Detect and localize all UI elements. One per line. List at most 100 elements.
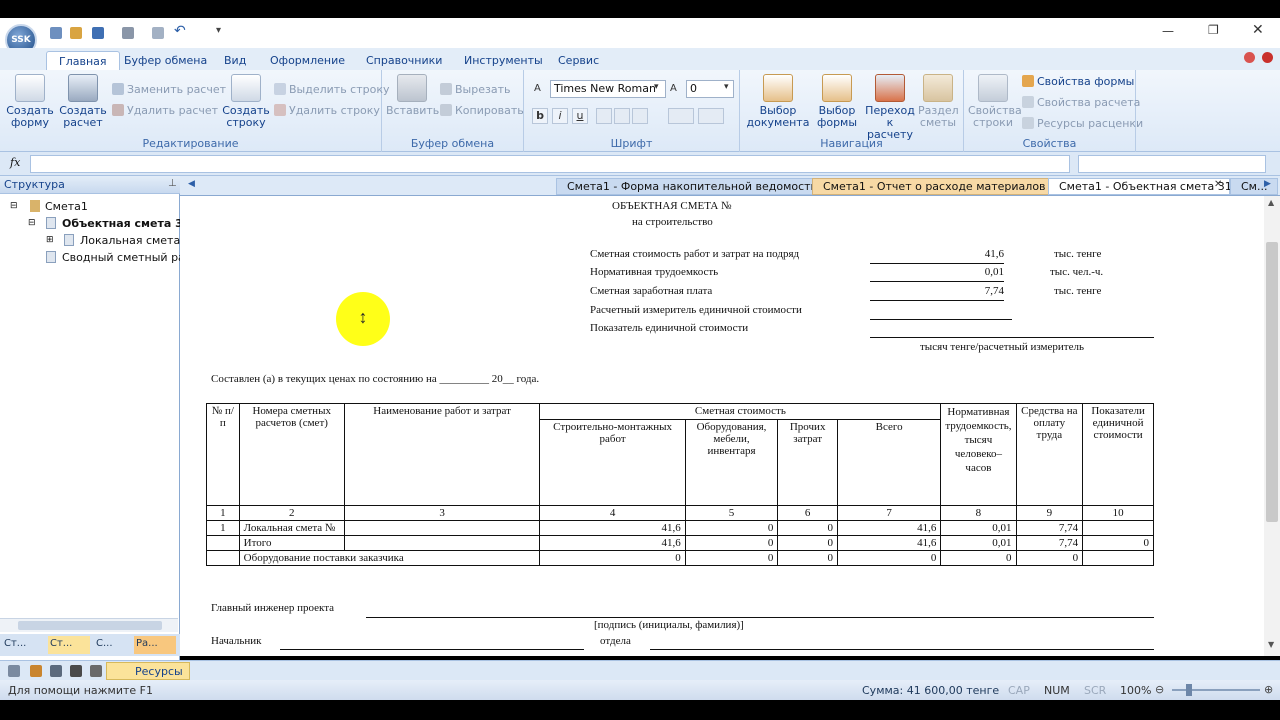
tab-formatting[interactable]: Оформление (258, 51, 357, 70)
panel-tab-2[interactable]: Ст... (48, 636, 90, 654)
sections-button[interactable]: Раздел сметы (918, 74, 959, 129)
quick-access-menu-icon[interactable]: ▾ (216, 25, 221, 36)
italic-button[interactable]: i (552, 108, 568, 124)
tree-expand-icon[interactable]: ⊟ (28, 218, 36, 228)
tree-item-root[interactable]: Смета1 (45, 200, 88, 213)
cell-name[interactable] (343, 535, 541, 551)
tree-item-local-estimate[interactable]: Локальная смета 1 (80, 234, 191, 247)
tree-item-object-estimate[interactable]: Объектная смета 31 (62, 217, 190, 230)
cell-other[interactable]: 0 (777, 550, 838, 566)
cell-wage[interactable]: 7,74 (1015, 535, 1084, 551)
copy-button[interactable]: Копировать (440, 104, 524, 117)
cut-button[interactable]: Вырезать (440, 83, 510, 96)
close-tab-icon[interactable]: ✕ (1214, 179, 1222, 190)
gear-icon[interactable] (90, 665, 102, 677)
scroll-thumb[interactable] (1266, 242, 1278, 522)
cell-norm[interactable]: 0,01 (940, 535, 1017, 551)
cell-wage[interactable]: 0 (1015, 550, 1084, 566)
cart-icon[interactable] (8, 665, 20, 677)
tabs-left-arrow-icon[interactable]: ◀ (188, 179, 195, 189)
pin-icon[interactable]: ⊥ (168, 178, 177, 189)
create-form-button[interactable]: Создать форму (6, 74, 54, 129)
worker-icon[interactable] (70, 665, 82, 677)
font-name-dropdown-icon[interactable]: ▾ (654, 82, 659, 92)
table-row[interactable]: 1 Локальная смета № 41,6 0 0 41,6 0,01 7… (206, 520, 1154, 536)
bold-button[interactable]: b (532, 108, 548, 124)
preview-icon[interactable] (152, 27, 164, 39)
print-icon[interactable] (122, 27, 134, 39)
cell-smr[interactable]: 41,6 (539, 520, 686, 536)
tab-references[interactable]: Справочники (354, 51, 454, 70)
underline-button[interactable]: u (572, 108, 588, 124)
tool-icon[interactable] (30, 665, 42, 677)
scroll-down-icon[interactable]: ▼ (1268, 640, 1274, 649)
panel-tab-1[interactable]: Ст... (2, 636, 44, 654)
align-left-icon[interactable] (596, 108, 612, 124)
form-properties-button[interactable]: Свойства формы (1022, 75, 1134, 88)
cell-norm[interactable]: 0 (940, 550, 1017, 566)
disk-icon[interactable] (92, 27, 104, 39)
cell-total[interactable]: 0 (836, 550, 942, 566)
doc-tab-accumulation[interactable]: Смета1 - Форма накопительной ведомости 2… (556, 178, 847, 195)
font-size-dropdown-icon[interactable]: ▾ (724, 82, 729, 92)
tab-tools[interactable]: Инструменты (452, 51, 555, 70)
cell-equip[interactable]: 0 (684, 520, 779, 536)
cell-other[interactable]: 0 (777, 520, 838, 536)
fill-color-icon[interactable] (698, 108, 724, 124)
select-form-button[interactable]: Выбор формы (812, 74, 862, 129)
cell-norm[interactable]: 0,01 (940, 520, 1017, 536)
doc-tab-materials[interactable]: Смета1 - Отчет о расходе материалов 29 (812, 178, 1075, 195)
tab-service[interactable]: Сервис (546, 51, 611, 70)
options-icon[interactable] (1262, 52, 1273, 63)
font-name-select[interactable]: Times New Roman (550, 80, 666, 98)
tab-view[interactable]: Вид (212, 51, 258, 70)
save-icon[interactable] (50, 27, 62, 39)
panel-tab-3[interactable]: С... (94, 636, 130, 654)
zoom-slider-thumb[interactable] (1186, 684, 1192, 696)
delete-row-button[interactable]: Удалить строку (274, 104, 380, 117)
cell-unit[interactable] (1082, 550, 1154, 566)
select-row-button[interactable]: Выделить строку (274, 83, 390, 96)
paste-button[interactable]: Вставить (386, 74, 439, 117)
cell-wage[interactable]: 7,74 (1015, 520, 1084, 536)
tab-clipboard[interactable]: Буфер обмена (112, 51, 219, 70)
cell-est[interactable]: Оборудование поставки заказчика (238, 550, 541, 566)
cell-total[interactable]: 41,6 (836, 520, 942, 536)
cell-other[interactable]: 0 (777, 535, 838, 551)
cell-est[interactable]: Итого (238, 535, 345, 551)
scroll-up-icon[interactable]: ▲ (1268, 198, 1274, 207)
tree-expand-icon[interactable]: ⊞ (46, 235, 54, 245)
help-icon[interactable] (1244, 52, 1255, 63)
formula-input-right[interactable] (1078, 155, 1266, 173)
resources-properties-button[interactable]: Ресурсы расценки (1022, 117, 1143, 130)
cell-equip[interactable]: 0 (684, 535, 779, 551)
delete-calc-button[interactable]: Удалить расчет (112, 104, 218, 117)
cell-equip[interactable]: 0 (684, 550, 779, 566)
create-calc-button[interactable]: Создать расчет (58, 74, 108, 129)
goto-calc-button[interactable]: Переход к расчету (862, 74, 918, 141)
edit-icon[interactable] (70, 27, 82, 39)
minimize-button[interactable]: — (1162, 24, 1174, 38)
cell-smr[interactable]: 41,6 (539, 535, 686, 551)
tree-hscroll-thumb[interactable] (18, 621, 162, 630)
formula-input[interactable] (30, 155, 1070, 173)
select-document-button[interactable]: Выбор документа (746, 74, 810, 129)
document-vscroll[interactable]: ▲ ▼ (1264, 196, 1280, 656)
replace-calc-button[interactable]: Заменить расчет (112, 83, 226, 96)
table-row-equipment[interactable]: Оборудование поставки заказчика 0 0 0 0 … (206, 550, 1154, 566)
cell-num[interactable]: 1 (206, 520, 240, 536)
row-properties-button[interactable]: Свойства строки (968, 74, 1022, 129)
zoom-in-icon[interactable]: ⊕ (1264, 683, 1273, 696)
align-right-icon[interactable] (632, 108, 648, 124)
doc-tab-object-estimate[interactable]: Смета1 - Объектная смета 31 (1048, 178, 1232, 195)
tree-hscroll[interactable] (0, 618, 178, 632)
font-color-icon[interactable] (668, 108, 694, 124)
cell-total[interactable]: 41,6 (836, 535, 942, 551)
calc-properties-button[interactable]: Свойства расчета (1022, 96, 1140, 109)
tab-home[interactable]: Главная (46, 51, 120, 70)
machine-icon[interactable] (50, 665, 62, 677)
panel-tab-4[interactable]: Ра... (134, 636, 176, 654)
tree-item-summary[interactable]: Сводный сметный рас (62, 251, 191, 264)
tree-expand-icon[interactable]: ⊟ (10, 201, 18, 211)
zoom-out-icon[interactable]: ⊖ (1155, 683, 1164, 696)
